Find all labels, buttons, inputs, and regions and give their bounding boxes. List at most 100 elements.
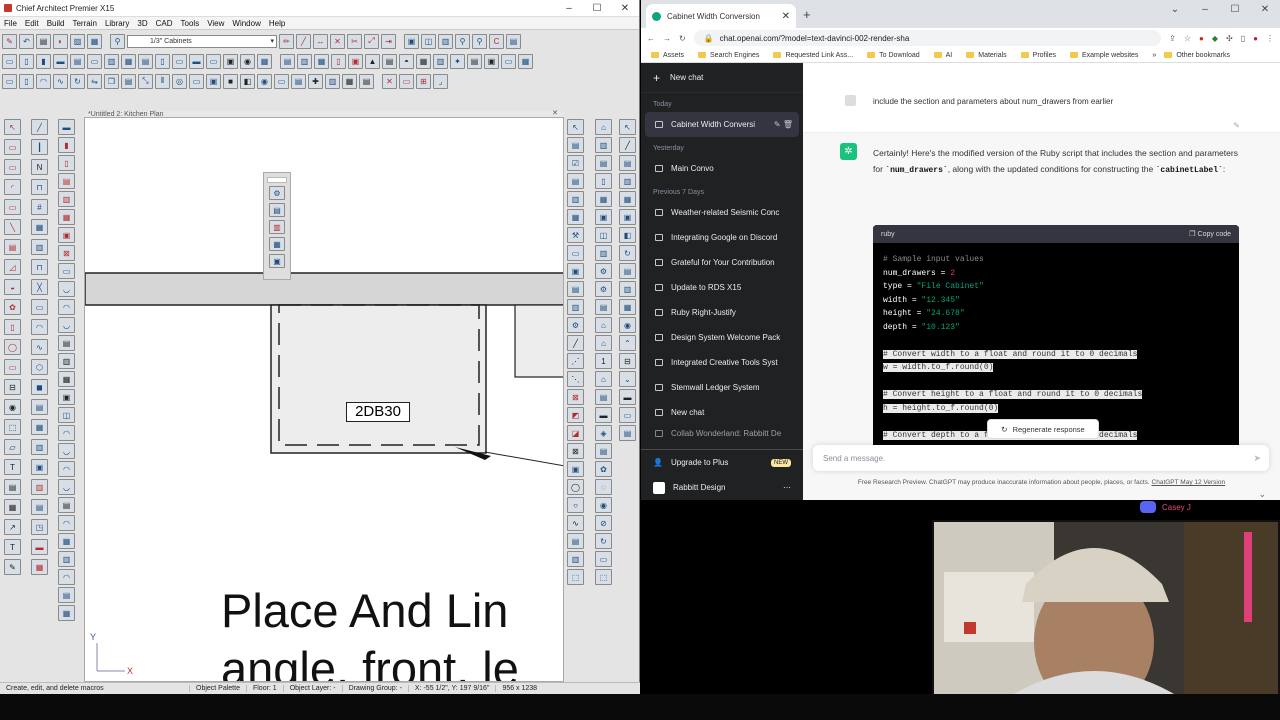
bath-icon[interactable]: ▥ [595, 137, 612, 153]
align-icon[interactable]: ⫴ [155, 73, 170, 89]
no-jamb-label-icon[interactable]: N [31, 159, 48, 175]
conversation-item[interactable]: Design System Welcome Pack [641, 325, 803, 350]
view-icon[interactable]: ▣ [567, 263, 584, 279]
palette-tool-3-icon[interactable]: ▥ [269, 220, 285, 234]
snap-ins-icon[interactable]: ▦ [58, 371, 75, 387]
bulb-icon[interactable]: ◉ [595, 497, 612, 513]
section-icon[interactable]: ⚲ [455, 33, 470, 49]
select-objects-icon[interactable]: ✎ [2, 33, 17, 49]
conversation-item[interactable]: Stemwall Ledger System [641, 375, 803, 400]
roof-tool-icon[interactable]: ◿ [4, 259, 21, 275]
measure-icon[interactable]: ◫ [595, 227, 612, 243]
url-field[interactable]: 🔒 chat.openai.com/?model=text-davinci-00… [693, 30, 1162, 46]
box-tool-icon[interactable]: ▭ [4, 359, 21, 375]
snap-arc-icon[interactable]: ◠ [58, 515, 75, 531]
undo-icon[interactable]: ↶ [19, 33, 34, 49]
wrench-icon[interactable]: ⚙ [567, 317, 584, 333]
cabinet-filler-icon[interactable]: ▥ [104, 53, 119, 69]
camera-icon[interactable]: ▣ [404, 33, 419, 49]
refresh-icon[interactable]: ↻ [595, 533, 612, 549]
arc-tool-icon[interactable]: ◠ [31, 319, 48, 335]
bookmark-star-icon[interactable]: ☆ [1184, 34, 1191, 43]
sheet-tool-icon[interactable]: ▤ [4, 479, 21, 495]
frame-icon[interactable]: ▭ [567, 245, 584, 261]
corner-icon[interactable]: ⌟ [433, 73, 448, 89]
edit-spline-icon[interactable]: ∿ [53, 73, 68, 89]
close-tab-icon[interactable]: ✕ [782, 11, 790, 22]
plan-b-icon[interactable]: ▬ [619, 389, 636, 405]
texture-b-icon[interactable]: ▥ [619, 281, 636, 297]
sink-icon[interactable]: ◉ [240, 53, 255, 69]
deck-icon[interactable]: ▦ [416, 53, 431, 69]
dimension-icon[interactable]: ↔ [313, 33, 328, 49]
pen-icon[interactable]: ╱ [619, 137, 636, 153]
snap-point-icon[interactable]: ◫ [58, 407, 75, 423]
select-icon[interactable]: ↖ [567, 119, 584, 135]
menu-library[interactable]: Library [101, 19, 133, 28]
snap-polar-icon[interactable]: ◠ [58, 461, 75, 477]
zoom-icon[interactable]: ⚲ [472, 33, 487, 49]
text-icon[interactable]: ▭ [501, 53, 516, 69]
snap-lock-icon[interactable]: ▦ [58, 605, 75, 621]
delete-icon[interactable]: ▭ [274, 73, 289, 89]
wall-plan-icon[interactable]: ▤ [595, 155, 612, 171]
soffit-icon[interactable]: ▭ [87, 53, 102, 69]
snap-near-icon[interactable]: ◡ [58, 317, 75, 333]
trim-tool-icon[interactable]: ⊠ [567, 389, 584, 405]
browser-maximize-icon[interactable]: ☐ [1220, 4, 1250, 15]
fill-tool-icon[interactable]: ◩ [567, 407, 584, 423]
plan-annotation-line-2[interactable]: angle, front, le [221, 641, 519, 681]
conversation-item[interactable]: Update to RDS X15 [641, 275, 803, 300]
material-icon[interactable]: ▤ [506, 33, 521, 49]
roof-icon[interactable]: ▲ [365, 53, 380, 69]
toe-kick-icon[interactable]: ▭ [206, 53, 221, 69]
menu-window[interactable]: Window [228, 19, 264, 28]
conversation-item[interactable]: Weather-related Seismic Conc [641, 200, 803, 225]
menu-help[interactable]: Help [265, 19, 289, 28]
rotate-icon[interactable]: ↻ [70, 73, 85, 89]
wall-tool-icon[interactable]: ╱ [31, 119, 48, 135]
scroll-down-icon[interactable]: ⌄ [1258, 489, 1266, 500]
library-icon[interactable]: ▤ [467, 53, 482, 69]
snap-tan-icon[interactable]: ◡ [58, 281, 75, 297]
schedule-tool-icon[interactable]: ▤ [31, 499, 48, 515]
door-panel-icon[interactable]: ▯ [155, 53, 170, 69]
stripes-icon[interactable]: ▤ [595, 443, 612, 459]
bucket-icon[interactable]: ▥ [567, 299, 584, 315]
pinterest-extension-icon[interactable]: ● [1199, 34, 1204, 43]
center-icon[interactable]: ◎ [172, 73, 187, 89]
line-tool-icon[interactable]: ╲ [4, 219, 21, 235]
snap-object-icon[interactable]: ▮ [58, 137, 75, 153]
browser-tab[interactable]: Cabinet Width Conversion ✕ [646, 4, 796, 28]
layer-display-icon[interactable]: ▤ [359, 73, 374, 89]
wall-cabinet-icon[interactable]: ▯ [19, 53, 34, 69]
snap-grid2-icon[interactable]: ▤ [58, 587, 75, 603]
extend-icon[interactable]: ⇥ [381, 33, 396, 49]
point-marker-icon[interactable]: ✚ [308, 73, 323, 89]
regenerate-button[interactable]: ↻ Regenerate response [987, 419, 1099, 439]
cabinet-label[interactable]: 2DB30 [346, 402, 410, 422]
reflect-icon[interactable]: ⇋ [87, 73, 102, 89]
room-icon[interactable]: ▣ [348, 53, 363, 69]
down-level-icon[interactable]: ⌂ [595, 371, 612, 387]
pointer-icon[interactable]: ↖ [4, 119, 21, 135]
molding-icon[interactable]: ▭ [172, 53, 187, 69]
text-tool-icon[interactable]: ▤ [31, 399, 48, 415]
edit-message-icon[interactable]: ✎ [1233, 121, 1240, 130]
wall-b-icon[interactable]: ▤ [619, 425, 636, 441]
maximize-icon[interactable]: ☐ [583, 3, 611, 14]
chevron-up-icon[interactable]: ⌃ [619, 335, 636, 351]
cabinet-style-select[interactable]: 1/3" Cabinets ▾ [127, 34, 277, 48]
stack-b-icon[interactable]: ▦ [619, 191, 636, 207]
conversation-item[interactable]: Integrating Google on Discord [641, 225, 803, 250]
list-icon[interactable]: ▤ [567, 173, 584, 189]
polyline-tool-icon[interactable]: ⬡ [31, 359, 48, 375]
deck-tool-icon[interactable]: ▭ [31, 299, 48, 315]
snap-dist-icon[interactable]: ▥ [58, 551, 75, 567]
close-icon[interactable]: ✕ [611, 3, 639, 14]
marker-tool-icon[interactable]: ▦ [31, 419, 48, 435]
full-height-cabinet-icon[interactable]: ▮ [36, 53, 51, 69]
pattern-b-icon[interactable]: ▤ [619, 263, 636, 279]
color-swatch-icon[interactable]: ▬ [31, 539, 48, 555]
frame-b-icon[interactable]: ▭ [619, 407, 636, 423]
